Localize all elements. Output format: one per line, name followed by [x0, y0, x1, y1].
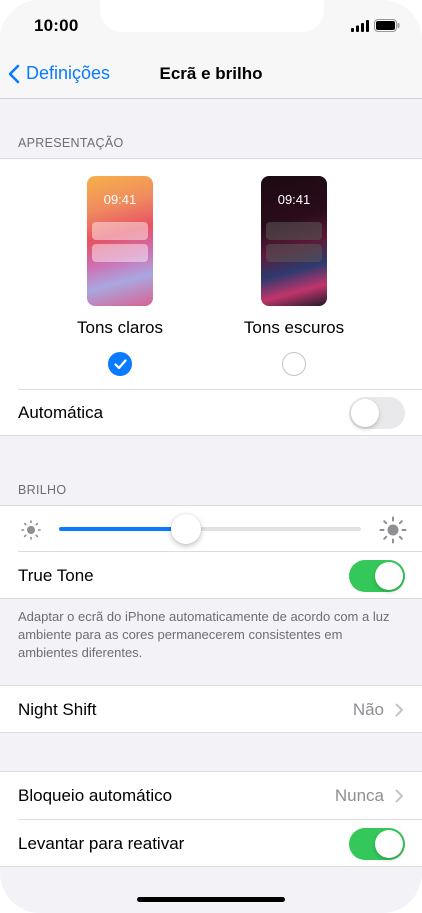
brightness-slider-thumb[interactable]: [170, 514, 201, 544]
dark-preview-time: 09:41: [277, 192, 311, 207]
notch: [100, 0, 324, 32]
night-shift-group: Night Shift Não: [0, 685, 422, 733]
dark-preview-notification: [266, 244, 322, 262]
automatic-row: Automática: [0, 389, 422, 436]
signal-icon: [351, 20, 369, 32]
chevron-right-icon: [395, 789, 403, 803]
toggle-knob: [375, 562, 403, 590]
night-shift-row[interactable]: Night Shift Não: [0, 686, 422, 733]
sun-large-icon: [379, 516, 407, 544]
dark-preview-notification: [266, 222, 322, 240]
true-tone-toggle[interactable]: [349, 560, 405, 592]
true-tone-label: True Tone: [18, 566, 94, 585]
checkmark-icon: [114, 359, 127, 370]
automatic-toggle[interactable]: [349, 397, 405, 429]
light-preview-notification: [92, 222, 148, 240]
phone-screen: 10:00 Definições Ecrã e brilho APRESENTA…: [0, 0, 422, 913]
brightness-slider-fill: [59, 527, 186, 531]
raise-to-wake-label: Levantar para reativar: [18, 834, 185, 853]
true-tone-footnote: Adaptar o ecrã do iPhone automaticamente…: [18, 609, 390, 660]
navigation-bar: Definições Ecrã e brilho: [0, 50, 422, 99]
night-shift-label: Night Shift: [18, 700, 97, 719]
toggle-knob: [375, 830, 403, 858]
true-tone-row: True Tone: [0, 552, 422, 599]
automatic-label: Automática: [18, 403, 104, 422]
night-shift-value: Não: [352, 700, 384, 719]
battery-icon: [374, 19, 400, 32]
dark-mode-label: Tons escuros: [243, 318, 345, 337]
dark-mode-radio[interactable]: [282, 352, 306, 376]
appearance-header: APRESENTAÇÃO: [18, 136, 124, 150]
light-mode-option[interactable]: 09:41 Tons claros: [45, 176, 195, 376]
lock-group: Bloqueio automático Nunca Levantar para …: [0, 771, 422, 867]
auto-lock-row[interactable]: Bloqueio automático Nunca: [0, 772, 422, 819]
page-title: Ecrã e brilho: [159, 64, 263, 83]
toggle-knob: [351, 399, 379, 427]
light-mode-radio[interactable]: [108, 352, 132, 376]
sun-small-icon: [21, 520, 41, 540]
raise-to-wake-row: Levantar para reativar: [0, 820, 422, 867]
light-mode-label: Tons claros: [77, 318, 163, 337]
status-time: 10:00: [34, 16, 79, 35]
light-preview-time: 09:41: [103, 192, 137, 207]
home-indicator[interactable]: [137, 897, 285, 902]
brightness-slider[interactable]: [59, 514, 361, 544]
dark-mode-option[interactable]: 09:41 Tons escuros: [219, 176, 369, 376]
appearance-group: 09:41 Tons claros 09:41 Tons escuros Aut: [0, 158, 422, 436]
raise-to-wake-toggle[interactable]: [349, 828, 405, 860]
dark-mode-preview[interactable]: 09:41: [261, 176, 327, 306]
brightness-header: BRILHO: [18, 483, 67, 497]
light-preview-notification: [92, 244, 148, 262]
auto-lock-value: Nunca: [334, 786, 384, 805]
light-mode-preview[interactable]: 09:41: [87, 176, 153, 306]
status-bar: 10:00: [0, 0, 422, 50]
chevron-right-icon: [395, 703, 403, 717]
brightness-group: True Tone: [0, 505, 422, 599]
auto-lock-label: Bloqueio automático: [18, 786, 173, 805]
